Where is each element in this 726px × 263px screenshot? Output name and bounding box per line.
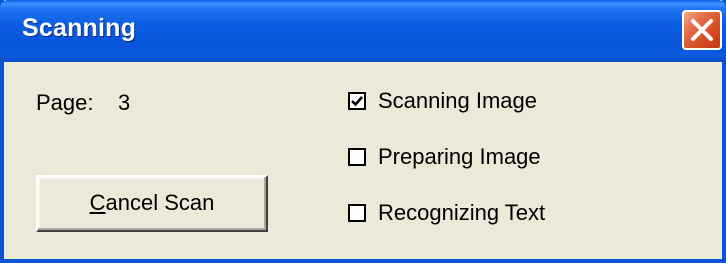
checkmark-icon bbox=[351, 96, 363, 107]
recognizing-text-label: Recognizing Text bbox=[378, 200, 546, 225]
title-bar[interactable]: Scanning bbox=[0, 0, 726, 62]
recognizing-text-checkbox bbox=[348, 204, 366, 222]
cancel-scan-label: ancel Scan bbox=[105, 190, 215, 215]
window-title: Scanning bbox=[22, 14, 137, 42]
scanning-image-label: Scanning Image bbox=[378, 88, 537, 113]
close-icon bbox=[691, 19, 713, 41]
scanning-dialog: Scanning Page: 3 Cancel Scan Scanning Im… bbox=[0, 0, 726, 263]
preparing-image-checkbox bbox=[348, 148, 366, 166]
cancel-scan-button[interactable]: Cancel Scan bbox=[36, 175, 268, 232]
dialog-body: Page: 3 Cancel Scan Scanning Image Prepa… bbox=[4, 58, 722, 259]
scanning-image-checkbox bbox=[348, 92, 366, 110]
close-button[interactable] bbox=[682, 10, 722, 50]
preparing-image-label: Preparing Image bbox=[378, 144, 541, 169]
page-number: 3 bbox=[118, 90, 131, 115]
cancel-scan-mnemonic: C bbox=[89, 190, 106, 215]
page-label: Page: bbox=[36, 90, 94, 115]
